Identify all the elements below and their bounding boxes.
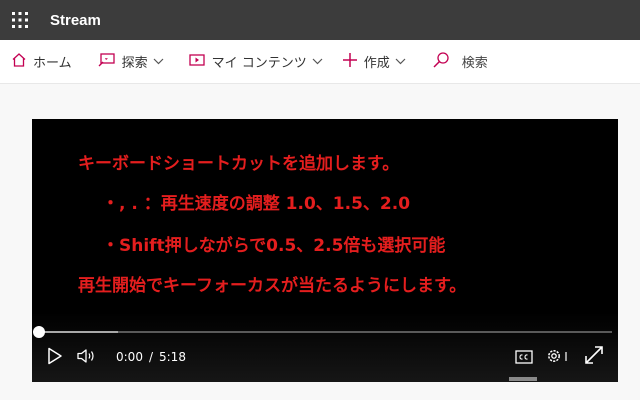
play-button[interactable] <box>44 347 66 369</box>
search-input[interactable]: 検索 <box>462 52 488 71</box>
fullscreen-button[interactable] <box>582 345 606 369</box>
settings-button[interactable] <box>544 347 572 369</box>
video-text-line: ・Shift押しながらで0.5、2.5倍も選択可能 <box>102 236 446 256</box>
progress-bar[interactable] <box>33 326 612 338</box>
nav-explore-label: 探索 <box>121 56 148 71</box>
captions-active-indicator <box>509 377 537 381</box>
plus-icon <box>342 52 358 72</box>
volume-button[interactable] <box>76 347 98 369</box>
gear-icon <box>545 347 571 369</box>
fullscreen-icon <box>584 345 604 369</box>
nav-explore[interactable]: 探索 <box>98 40 164 84</box>
play-icon <box>47 347 63 369</box>
video-text-line: ・, . ：再生速度の調整 1.0、1.5、2.0 <box>102 194 411 214</box>
search-icon[interactable] <box>432 51 450 73</box>
captions-button[interactable] <box>513 347 535 369</box>
progress-thumb[interactable] <box>33 326 45 338</box>
duration: 5:18 <box>159 350 186 364</box>
nav-home[interactable]: ホーム <box>11 40 72 84</box>
app-title[interactable]: Stream <box>50 12 101 29</box>
time-display: 0:00 / 5:18 <box>116 350 186 364</box>
current-time: 0:00 <box>116 350 143 364</box>
video-player[interactable]: キーボードショートカットを追加します。 ・, . ：再生速度の調整 1.0、1.… <box>32 119 618 382</box>
video-text-line: キーボードショートカットを追加します。 <box>78 154 400 174</box>
volume-icon <box>77 348 97 368</box>
nav-create[interactable]: 作成 <box>342 40 406 84</box>
home-icon <box>11 52 27 72</box>
closed-captions-icon <box>515 349 533 368</box>
time-separator: / <box>148 350 153 364</box>
chevron-down-icon <box>395 58 406 65</box>
video-text-line: 再生開始でキーフォーカスが当たるようにします。 <box>78 276 467 296</box>
chevron-down-icon <box>312 58 323 65</box>
nav-my-content[interactable]: マイ コンテンツ <box>188 40 323 84</box>
nav-create-label: 作成 <box>363 56 390 71</box>
app-launcher-icon[interactable] <box>0 0 40 40</box>
buffered-bar <box>38 331 119 333</box>
video-icon <box>188 52 206 72</box>
top-bar: Stream <box>0 0 640 40</box>
nav-bar: ホーム 探索 マイ コンテンツ 作成 検索 <box>0 40 640 84</box>
chevron-down-icon <box>153 58 164 65</box>
explore-icon <box>98 52 116 72</box>
nav-home-label: ホーム <box>33 56 72 71</box>
nav-my-content-label: マイ コンテンツ <box>211 56 307 71</box>
